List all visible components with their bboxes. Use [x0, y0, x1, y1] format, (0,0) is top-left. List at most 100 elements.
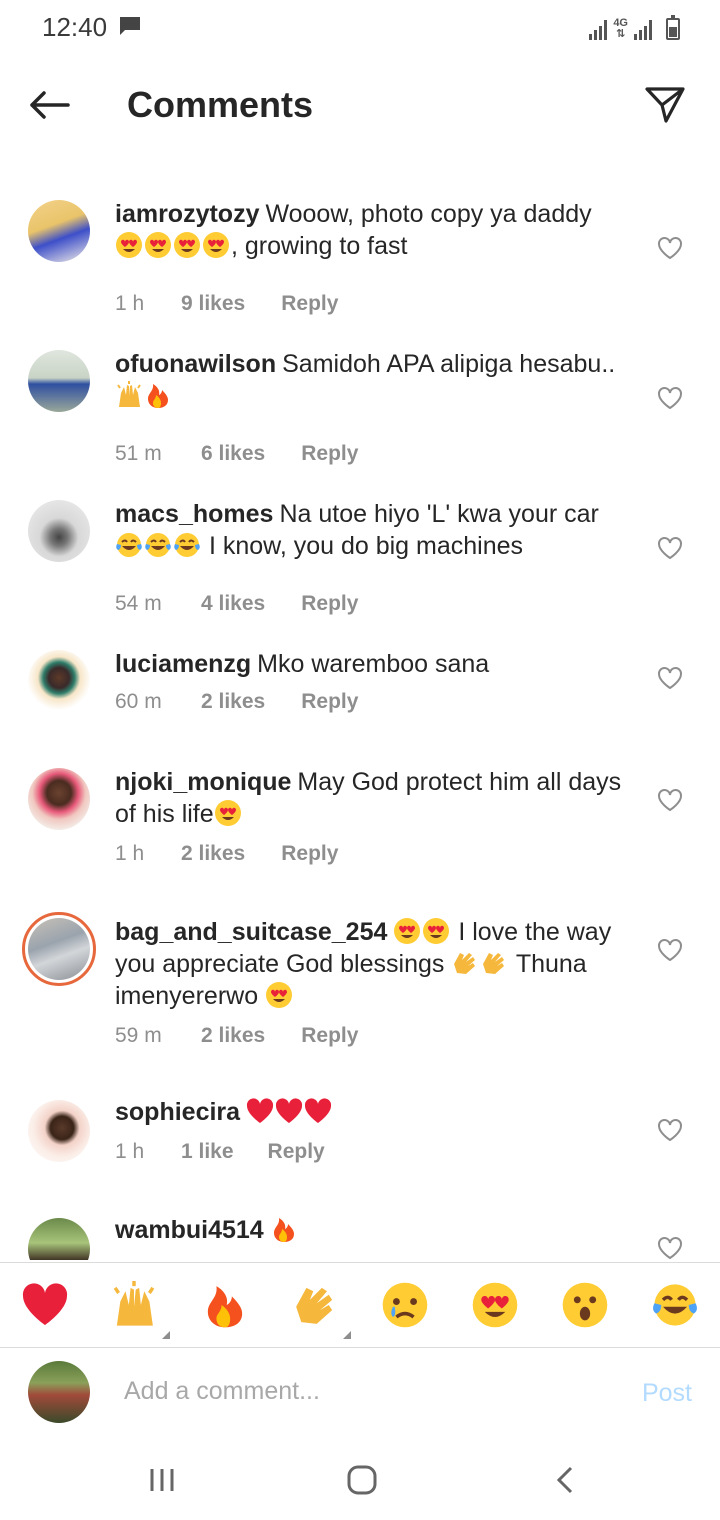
like-heart-icon[interactable]	[657, 1118, 683, 1142]
emoji-button-heart-eyes[interactable]	[471, 1281, 519, 1329]
tears-of-joy-emoji-icon	[174, 533, 200, 557]
avatar[interactable]	[28, 200, 90, 262]
emoji-group	[214, 800, 243, 828]
comment-username[interactable]: iamrozytozy	[115, 200, 259, 228]
like-heart-icon[interactable]	[657, 788, 683, 812]
heart-eyes-emoji-icon	[214, 800, 241, 826]
emoji-group	[115, 532, 202, 560]
comment-text: bag_and_suitcase_254 I love the way you …	[115, 918, 612, 1010]
like-heart-icon[interactable]	[657, 536, 683, 560]
heart-eyes-emoji-icon	[266, 982, 293, 1008]
comment-input[interactable]	[124, 1369, 604, 1413]
comment-meta: 54 m 4 likes Reply	[115, 592, 358, 616]
comment-likes[interactable]: 9 likes	[181, 292, 245, 316]
reply-button[interactable]: Reply	[281, 292, 338, 316]
comment-username[interactable]: sophiecira	[115, 1098, 240, 1126]
comment-likes[interactable]: 6 likes	[201, 442, 265, 466]
home-icon	[347, 1465, 377, 1495]
post-button[interactable]: Post	[642, 1379, 692, 1408]
comment-username[interactable]: macs_homes	[115, 500, 273, 528]
comment-item: ofuonawilson Samidoh APA alipiga hesabu..…	[0, 348, 720, 478]
like-heart-icon[interactable]	[657, 938, 683, 962]
comment-likes[interactable]: 1 like	[181, 1140, 234, 1164]
emoji-button-raised-hands[interactable]	[110, 1281, 170, 1339]
avatar[interactable]	[28, 500, 90, 562]
reply-button[interactable]: Reply	[281, 842, 338, 866]
like-heart-icon[interactable]	[657, 666, 683, 690]
comment-username[interactable]: njoki_monique	[115, 768, 291, 796]
paper-plane-icon	[645, 87, 685, 123]
fire-emoji-icon	[273, 1218, 294, 1242]
emoji-button-red-heart[interactable]	[21, 1281, 69, 1329]
page-title: Comments	[127, 84, 314, 125]
comment-time: 54 m	[115, 592, 162, 615]
avatar[interactable]	[28, 768, 90, 830]
comment-likes[interactable]: 4 likes	[201, 592, 265, 616]
comment-item: luciamenzg Mko waremboo sana 60 m 2 likes…	[0, 648, 720, 748]
emoji-group	[246, 1098, 333, 1126]
comment-username[interactable]: luciamenzg	[115, 650, 251, 678]
emoji-button-tears-of-joy[interactable]	[651, 1281, 699, 1329]
tears-of-joy-icon	[653, 1284, 697, 1326]
avatar-with-story[interactable]	[22, 912, 96, 986]
comment-meta: 1 h 2 likes Reply	[115, 842, 338, 866]
red-heart-emoji-icon	[275, 1098, 303, 1123]
clapping-hands-icon	[296, 1287, 333, 1324]
reply-button[interactable]: Reply	[268, 1140, 325, 1164]
emoji-group	[393, 918, 451, 946]
comment-item: iamrozytozy Wooow, photo copy ya daddy , …	[0, 198, 720, 328]
raised-hands-emoji-icon	[117, 381, 141, 407]
comment-text: ofuonawilson Samidoh APA alipiga hesabu..	[115, 348, 635, 412]
emoji-button-surprised[interactable]	[561, 1281, 609, 1329]
reply-button[interactable]: Reply	[301, 442, 358, 466]
emoji-group	[270, 1216, 299, 1244]
comment-username[interactable]: ofuonawilson	[115, 350, 276, 378]
comment-likes[interactable]: 2 likes	[181, 842, 245, 866]
signal-icon	[589, 18, 608, 40]
comment-time: 1 h	[115, 842, 145, 865]
system-nav-bar	[0, 1440, 720, 1520]
avatar[interactable]	[28, 350, 90, 412]
variants-indicator-icon	[162, 1331, 170, 1339]
recent-apps-button[interactable]	[142, 1462, 182, 1498]
heart-eyes-emoji-icon	[203, 232, 229, 258]
comment-item: sophiecira 1 h 1 like Reply	[0, 1096, 720, 1196]
system-back-button[interactable]	[545, 1462, 585, 1498]
emoji-group	[115, 381, 173, 410]
back-button[interactable]	[24, 80, 74, 130]
reply-button[interactable]: Reply	[301, 592, 358, 616]
emoji-button-clapping[interactable]	[291, 1281, 351, 1339]
clapping-hands-emoji-icon	[454, 953, 476, 974]
comment-time: 59 m	[115, 1024, 162, 1047]
comment-username[interactable]: bag_and_suitcase_254	[115, 918, 387, 946]
home-button[interactable]	[342, 1462, 382, 1498]
clapping-hands-emoji-icon	[483, 953, 505, 974]
comment-text: luciamenzg Mko waremboo sana	[115, 650, 490, 678]
comment-text: wambui4514	[115, 1214, 635, 1246]
emoji-group	[265, 982, 294, 1010]
chevron-left-icon	[556, 1466, 573, 1494]
comment-meta: 51 m 6 likes Reply	[115, 442, 358, 466]
emoji-group	[451, 950, 509, 978]
comment-likes[interactable]: 2 likes	[201, 690, 265, 714]
emoji-button-crying[interactable]	[381, 1281, 429, 1329]
like-heart-icon[interactable]	[657, 386, 683, 410]
emoji-button-fire[interactable]	[201, 1281, 249, 1329]
tears-of-joy-emoji-icon	[116, 533, 142, 557]
avatar[interactable]	[28, 650, 90, 712]
add-comment-bar: Post	[0, 1349, 720, 1439]
reply-button[interactable]: Reply	[301, 690, 358, 714]
variants-indicator-icon	[343, 1331, 351, 1339]
comment-time: 60 m	[115, 690, 162, 713]
like-heart-icon[interactable]	[657, 236, 683, 260]
avatar[interactable]	[28, 1218, 90, 1260]
comment-username[interactable]: wambui4514	[115, 1216, 264, 1244]
reply-button[interactable]: Reply	[301, 1024, 358, 1048]
comment-meta: 1 h 1 like Reply	[115, 1140, 325, 1164]
avatar[interactable]	[28, 1100, 90, 1162]
share-button[interactable]	[640, 80, 690, 130]
comment-likes[interactable]: 2 likes	[201, 1024, 265, 1048]
like-heart-icon[interactable]	[657, 1236, 683, 1260]
comment-item: njoki_monique May God protect him all day…	[0, 766, 720, 896]
emoji-quick-bar	[0, 1262, 720, 1348]
